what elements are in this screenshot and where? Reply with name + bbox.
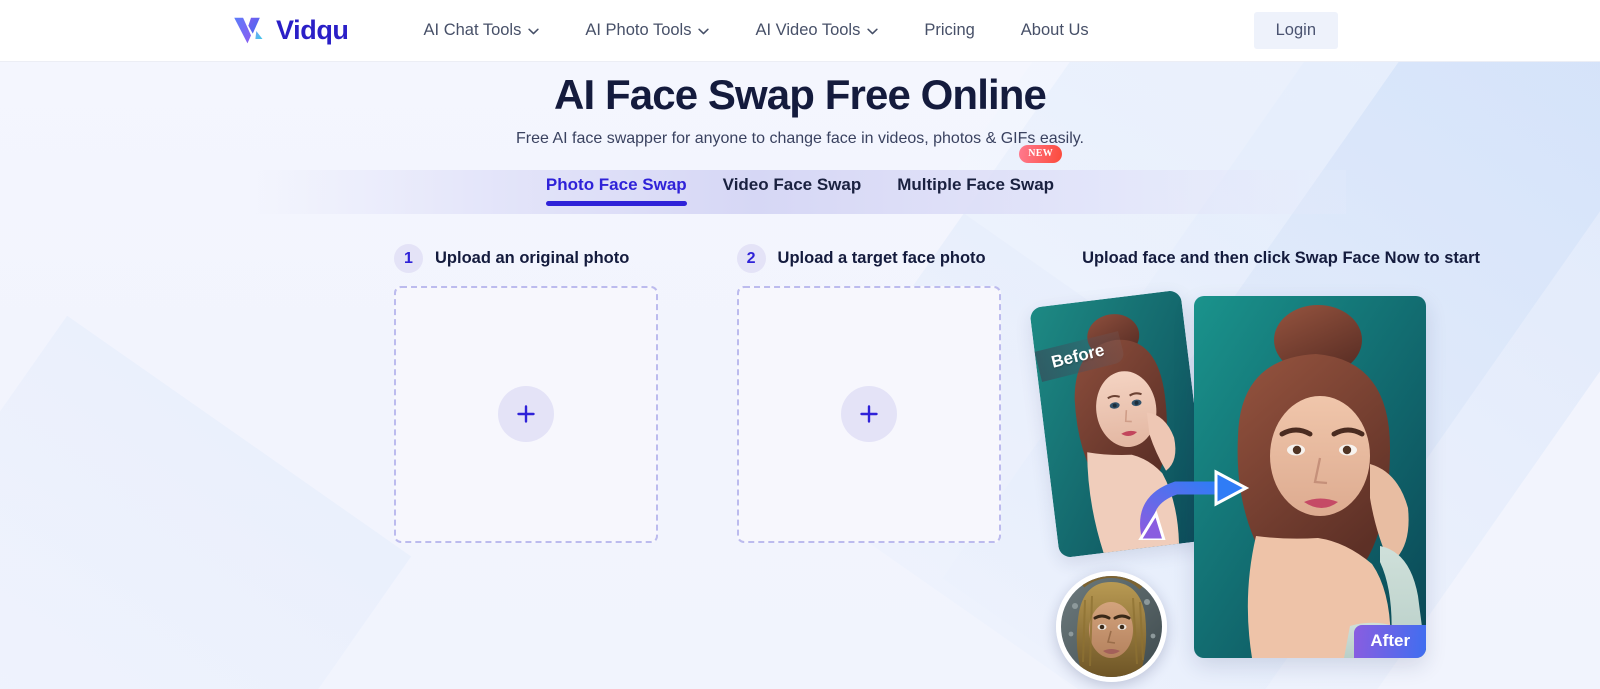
upload-column-target: 2 Upload a target face photo bbox=[736, 214, 1029, 684]
nav-item-about-us[interactable]: About Us bbox=[998, 13, 1112, 48]
nav-item-label: AI Photo Tools bbox=[585, 21, 692, 39]
vidqu-v-logo-icon bbox=[233, 16, 269, 46]
nav-item-ai-photo-tools[interactable]: AI Photo Tools bbox=[562, 13, 732, 48]
site-logo[interactable]: Vidqu bbox=[233, 15, 349, 46]
upload-column-original: 1 Upload an original photo bbox=[394, 214, 686, 684]
tab-list: Photo Face Swap Video Face Swap Multiple… bbox=[528, 145, 1072, 208]
step-number-badge: 1 bbox=[394, 244, 423, 273]
login-button[interactable]: Login bbox=[1253, 12, 1338, 49]
step-label: Upload an original photo bbox=[435, 249, 630, 267]
tab-label: Photo Face Swap bbox=[545, 175, 687, 194]
tab-label: Video Face Swap bbox=[722, 175, 862, 194]
upload-dropzone-target[interactable] bbox=[736, 285, 1001, 543]
chevron-down-icon bbox=[867, 26, 879, 35]
tab-label: Multiple Face Swap bbox=[897, 175, 1055, 194]
before-after-preview: Before After bbox=[1029, 284, 1462, 684]
step-header-1: 1 Upload an original photo bbox=[394, 236, 686, 282]
nav-item-label: Pricing bbox=[924, 21, 975, 39]
step-number-badge: 2 bbox=[736, 244, 766, 273]
logo-wordmark: Vidqu bbox=[276, 15, 349, 45]
nav-item-ai-chat-tools[interactable]: AI Chat Tools bbox=[401, 13, 563, 48]
tab-video-face-swap[interactable]: Video Face Swap bbox=[705, 175, 880, 208]
step-header-2: 2 Upload a target face photo bbox=[736, 236, 1029, 282]
chevron-down-icon bbox=[528, 26, 540, 35]
page-root: Vidqu AI Chat Tools AI Photo Tools AI Vi… bbox=[0, 0, 1600, 689]
step-label: Upload a target face photo bbox=[777, 249, 986, 267]
nav-item-label: AI Video Tools bbox=[755, 21, 861, 39]
site-header: Vidqu AI Chat Tools AI Photo Tools AI Vi… bbox=[0, 0, 1600, 62]
chevron-down-icon bbox=[698, 26, 710, 35]
nav-item-pricing[interactable]: Pricing bbox=[901, 13, 997, 48]
preview-hint-text: Upload face and then click Swap Face Now… bbox=[1082, 249, 1480, 267]
source-face-thumbnail bbox=[1056, 570, 1168, 682]
hero-section: AI Face Swap Free Online Free AI face sw… bbox=[0, 62, 1600, 148]
new-badge: NEW bbox=[1019, 145, 1063, 163]
plus-icon[interactable] bbox=[840, 386, 897, 442]
source-face-image bbox=[1061, 575, 1163, 677]
nav-item-label: About Us bbox=[1020, 21, 1089, 39]
plus-icon[interactable] bbox=[498, 386, 554, 442]
tab-photo-face-swap[interactable]: Photo Face Swap bbox=[528, 175, 705, 208]
curved-swap-arrow-icon bbox=[1138, 469, 1250, 540]
workspace: 1 Upload an original photo 2 Upload a ta… bbox=[120, 214, 1480, 684]
tab-bar: Photo Face Swap Video Face Swap Multiple… bbox=[254, 145, 1346, 214]
page-title: AI Face Swap Free Online bbox=[554, 71, 1047, 118]
nav-item-ai-video-tools[interactable]: AI Video Tools bbox=[732, 13, 901, 48]
tab-multiple-face-swap[interactable]: Multiple Face Swap NEW bbox=[879, 145, 1072, 208]
main-nav: AI Chat Tools AI Photo Tools AI Video To… bbox=[401, 13, 1112, 48]
nav-item-label: AI Chat Tools bbox=[423, 21, 522, 39]
after-label: After bbox=[1354, 624, 1427, 658]
preview-column: Upload face and then click Swap Face Now… bbox=[1029, 214, 1480, 684]
page-subtitle: Free AI face swapper for anyone to chang… bbox=[515, 129, 1084, 147]
upload-dropzone-original[interactable] bbox=[394, 285, 658, 543]
